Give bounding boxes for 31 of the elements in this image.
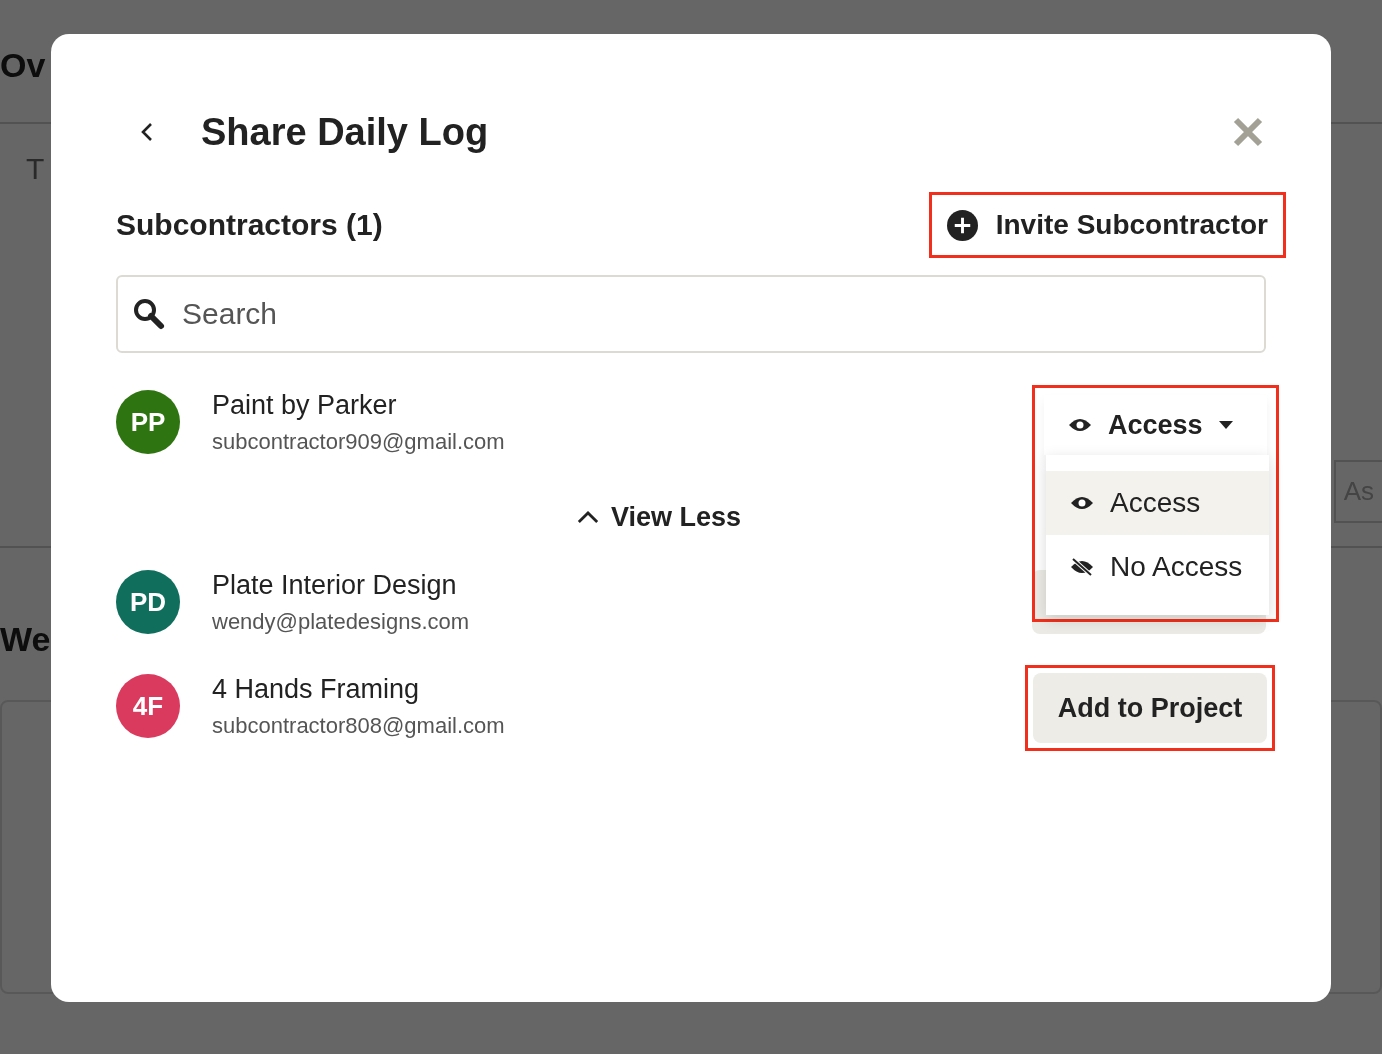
back-icon[interactable]: [141, 122, 153, 142]
close-icon[interactable]: [1233, 117, 1263, 147]
page-heading: We: [0, 619, 51, 660]
view-less-button[interactable]: View Less: [576, 502, 742, 533]
menu-item[interactable]: No Access: [1046, 535, 1269, 599]
dialog-title: Share Daily Log: [201, 110, 490, 154]
subcontractor-email: subcontractor808@gmail.com: [212, 712, 506, 739]
search-icon: [132, 297, 166, 331]
subcontractor-name: Plate Interior Design: [212, 569, 458, 601]
subcontractor-name: 4 Hands Framing: [212, 673, 421, 705]
subcontractor-email: subcontractor909@gmail.com: [212, 428, 506, 455]
add-to-project-button[interactable]: Add to Project: [1033, 673, 1267, 743]
eye-slash-icon: [1070, 557, 1094, 577]
eye-icon: [1068, 417, 1092, 433]
subcontractor-email: wendy@platedesigns.com: [212, 608, 471, 635]
subcontractor-name: Paint by Parker: [212, 389, 398, 421]
section-title: Subcontractors (1): [116, 208, 383, 242]
menu-item[interactable]: Access: [1046, 471, 1269, 535]
placeholder-text: T: [26, 152, 45, 186]
avatar: PD: [116, 570, 180, 634]
search-field[interactable]: Search: [116, 275, 1266, 353]
invite-button[interactable]: Invite Subcontractor: [946, 209, 1268, 241]
plus-circle-icon: [946, 209, 978, 241]
search-input[interactable]: Search: [180, 296, 1250, 332]
avatar: 4F: [116, 674, 180, 738]
caret-icon: [1218, 421, 1233, 429]
page-heading: Ov: [0, 45, 46, 86]
avatar: PP: [116, 390, 180, 454]
chevron-up-icon: [576, 511, 599, 524]
access-dropdown[interactable]: Access: [1044, 395, 1267, 455]
eye-icon: [1070, 495, 1094, 511]
